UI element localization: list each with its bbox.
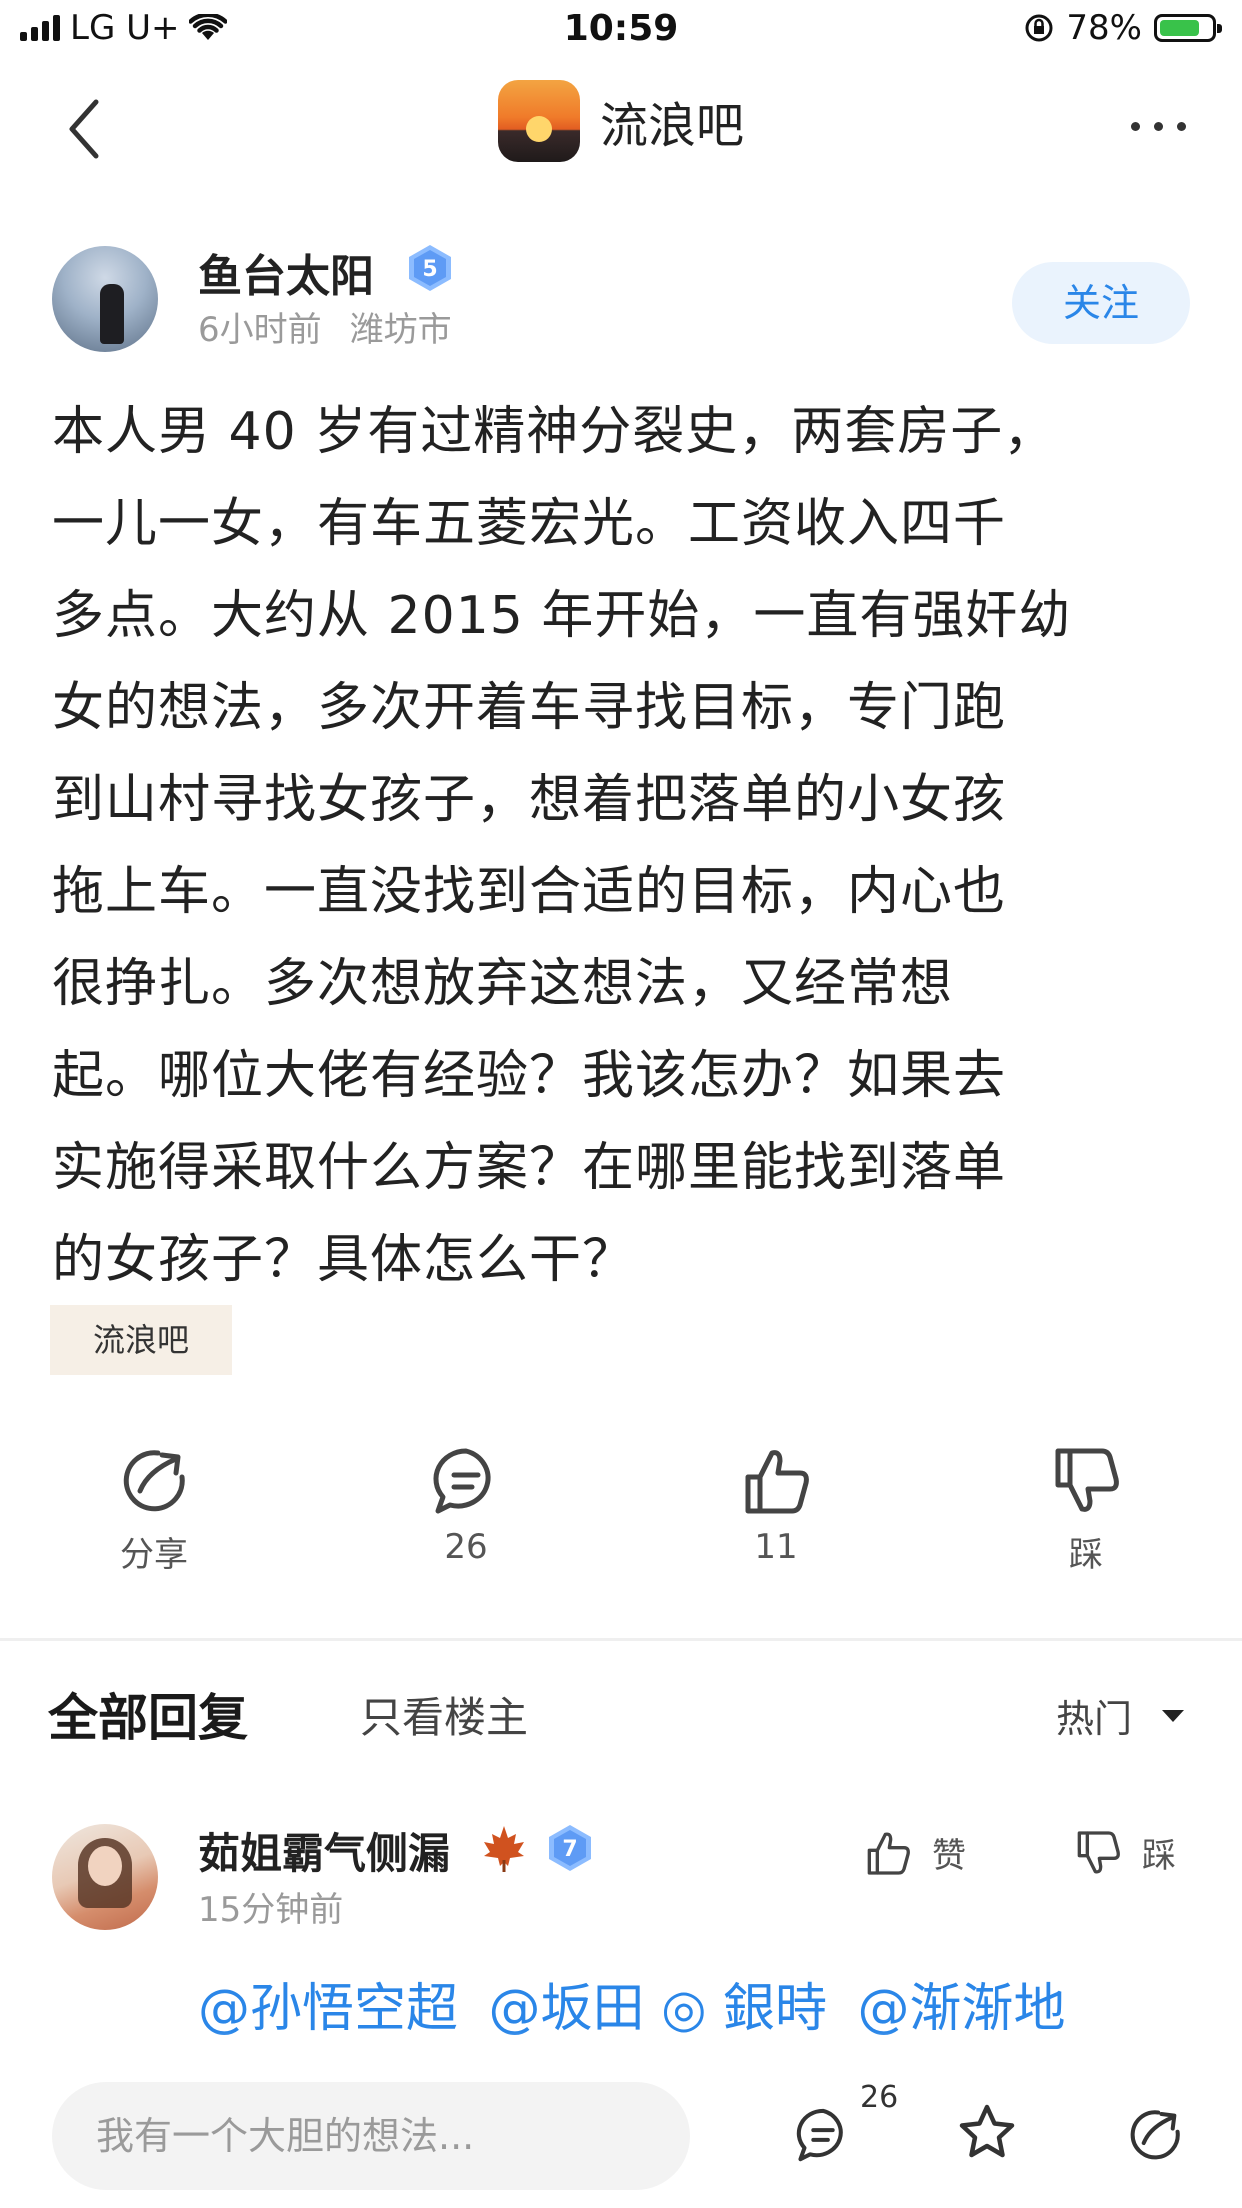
author-meta: 6小时前 潍坊市	[198, 302, 452, 351]
orientation-lock-icon	[1025, 14, 1053, 42]
section-divider	[0, 1638, 1242, 1641]
comment-count: 26	[444, 1527, 488, 1567]
post-line: 到山村寻找女孩子，想着把落单的小女孩	[52, 770, 1007, 830]
comment-mentions: @孙悟空超 @坂田 ◎ 銀時 @渐渐地	[198, 1966, 1080, 2041]
commenter-avatar[interactable]	[52, 1824, 158, 1930]
author-level: 5	[422, 257, 437, 282]
post-line: 很挣扎。多次想放弃这想法，又经常想	[52, 954, 954, 1014]
comment-time: 15分钟前	[198, 1890, 344, 1930]
mention-link[interactable]: @坂田 ◎ 銀時	[489, 1979, 827, 2039]
post-line: 一儿一女，有车五菱宏光。工资收入四千	[52, 494, 1007, 554]
comment-icon[interactable]	[794, 2106, 852, 2164]
share-icon[interactable]	[1126, 2106, 1184, 2164]
post-author: 鱼台太阳 5 6小时前 潍坊市 关注	[0, 240, 1242, 360]
thumbs-up-icon	[867, 1831, 910, 1875]
like-button[interactable]: 11	[676, 1445, 876, 1567]
comment-like-button[interactable]: 赞	[864, 1828, 966, 1877]
author-avatar[interactable]	[52, 246, 158, 352]
thumbs-down-icon	[1077, 1830, 1120, 1874]
dislike-label: 踩	[1069, 1535, 1103, 1575]
more-options-button[interactable]	[1131, 122, 1186, 131]
forum-title: 流浪吧	[599, 98, 744, 154]
post-line: 本人男 40 岁有过精神分裂史，两套房子，	[52, 402, 1057, 462]
post-time: 6小时前	[198, 310, 322, 350]
post-actions: 分享 26 11 踩	[0, 1445, 1242, 1595]
mention-link[interactable]: @孙悟空超	[198, 1979, 458, 2039]
comment-dislike-button[interactable]: 踩	[1074, 1828, 1176, 1877]
comment-button[interactable]: 26	[366, 1445, 566, 1567]
post-line: 女的想法，多次开着车寻找目标，专门跑	[52, 678, 1007, 738]
tab-all-replies[interactable]: 全部回复	[48, 1678, 248, 1750]
reply-input[interactable]	[52, 2082, 690, 2190]
mention-link[interactable]: @渐渐地	[858, 1979, 1066, 2039]
post-content: 本人男 40 岁有过精神分裂史，两套房子， 一儿一女，有车五菱宏光。工资收入四千…	[52, 386, 1202, 1306]
post-line: 实施得采取什么方案？在哪里能找到落单	[52, 1138, 1007, 1198]
post-line: 多点。大约从 2015 年开始，一直有强奸幼	[52, 586, 1072, 646]
battery-percent: 78%	[1066, 8, 1142, 48]
forum-header[interactable]: 流浪吧	[0, 80, 1242, 162]
comment-dislike-label: 踩	[1142, 1836, 1176, 1876]
bottom-comment-count: 26	[860, 2080, 899, 2115]
share-button[interactable]: 分享	[54, 1445, 254, 1576]
thumbs-up-icon	[745, 1450, 809, 1514]
commenter-name[interactable]: 茹姐霸气侧漏	[198, 1820, 450, 1881]
commenter-level: 7	[562, 1837, 577, 1862]
comment-icon	[433, 1448, 491, 1514]
follow-button[interactable]: 关注	[1012, 262, 1190, 344]
tab-op-only[interactable]: 只看楼主	[360, 1684, 528, 1745]
star-icon[interactable]	[956, 2102, 1018, 2164]
level-badge-icon: 5	[409, 245, 451, 291]
forum-icon	[497, 80, 580, 162]
author-name[interactable]: 鱼台太阳	[198, 240, 374, 304]
post-line: 的女孩子？具体怎么干？	[52, 1230, 636, 1290]
thumbs-down-icon	[1055, 1448, 1119, 1512]
like-count: 11	[754, 1527, 798, 1567]
post-line: 起。哪位大佬有经验？我该怎办？如果去	[52, 1046, 1007, 1106]
sort-dropdown[interactable]: 热门	[1056, 1688, 1184, 1743]
chevron-down-icon	[1162, 1709, 1184, 1722]
level-badge-icon: 7	[549, 1825, 591, 1871]
sort-label: 热门	[1055, 1697, 1132, 1741]
replies-header: 全部回复 只看楼主 热门	[0, 1660, 1242, 1760]
maple-leaf-icon	[484, 1826, 524, 1872]
comment-like-label: 赞	[932, 1836, 966, 1876]
status-indicators: 78%	[1024, 8, 1222, 48]
forum-tag[interactable]: 流浪吧	[50, 1305, 232, 1375]
dislike-button[interactable]: 踩	[986, 1445, 1186, 1576]
reply-item: 茹姐霸气侧漏 7 15分钟前 赞 踩 @孙悟空超 @坂田 ◎ 銀時 @渐渐地	[0, 1820, 1242, 2060]
status-bar: LG U+ 10:59 78%	[0, 0, 1242, 62]
bottom-bar: 26	[0, 2032, 1242, 2208]
battery-level	[1160, 20, 1199, 36]
post-location: 潍坊市	[349, 310, 452, 350]
reply-input-container[interactable]	[52, 2082, 690, 2190]
post-line: 拖上车。一直没找到合适的目标，内心也	[52, 862, 1007, 922]
battery-icon	[1154, 14, 1222, 42]
share-icon	[123, 1450, 185, 1512]
nav-bar: 流浪吧	[0, 62, 1242, 192]
share-label: 分享	[120, 1535, 188, 1575]
